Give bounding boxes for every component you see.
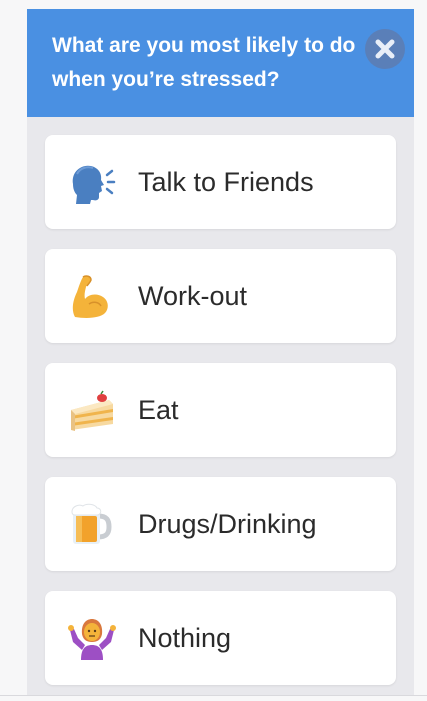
option-work-out[interactable]: Work-out: [45, 249, 396, 343]
question-header: What are you most likely to do when you’…: [27, 9, 414, 117]
bottom-divider: [0, 695, 427, 696]
answer-options: Talk to Friends Work-out Eat Drugs/Drink…: [45, 135, 396, 685]
question-text: What are you most likely to do when you’…: [52, 34, 356, 91]
option-label: Nothing: [138, 623, 232, 653]
beer-mug-icon: [71, 503, 112, 544]
cake-slice-icon: [71, 390, 113, 431]
question-panel: What are you most likely to do when you’…: [27, 9, 414, 695]
option-nothing[interactable]: Nothing: [45, 591, 396, 685]
close-button[interactable]: [365, 29, 405, 69]
option-eat[interactable]: Eat: [45, 363, 396, 457]
speaking-head-icon: [72, 165, 116, 204]
close-icon: [375, 39, 395, 59]
person-shrugging-icon: [68, 619, 116, 660]
option-drugs-drinking[interactable]: Drugs/Drinking: [45, 477, 396, 571]
option-label: Talk to Friends: [138, 167, 314, 197]
option-talk-to-friends[interactable]: Talk to Friends: [45, 135, 396, 229]
flexed-biceps-icon: [72, 275, 108, 318]
option-label: Work-out: [138, 281, 248, 311]
option-label: Eat: [138, 395, 179, 425]
option-label: Drugs/Drinking: [138, 509, 317, 539]
